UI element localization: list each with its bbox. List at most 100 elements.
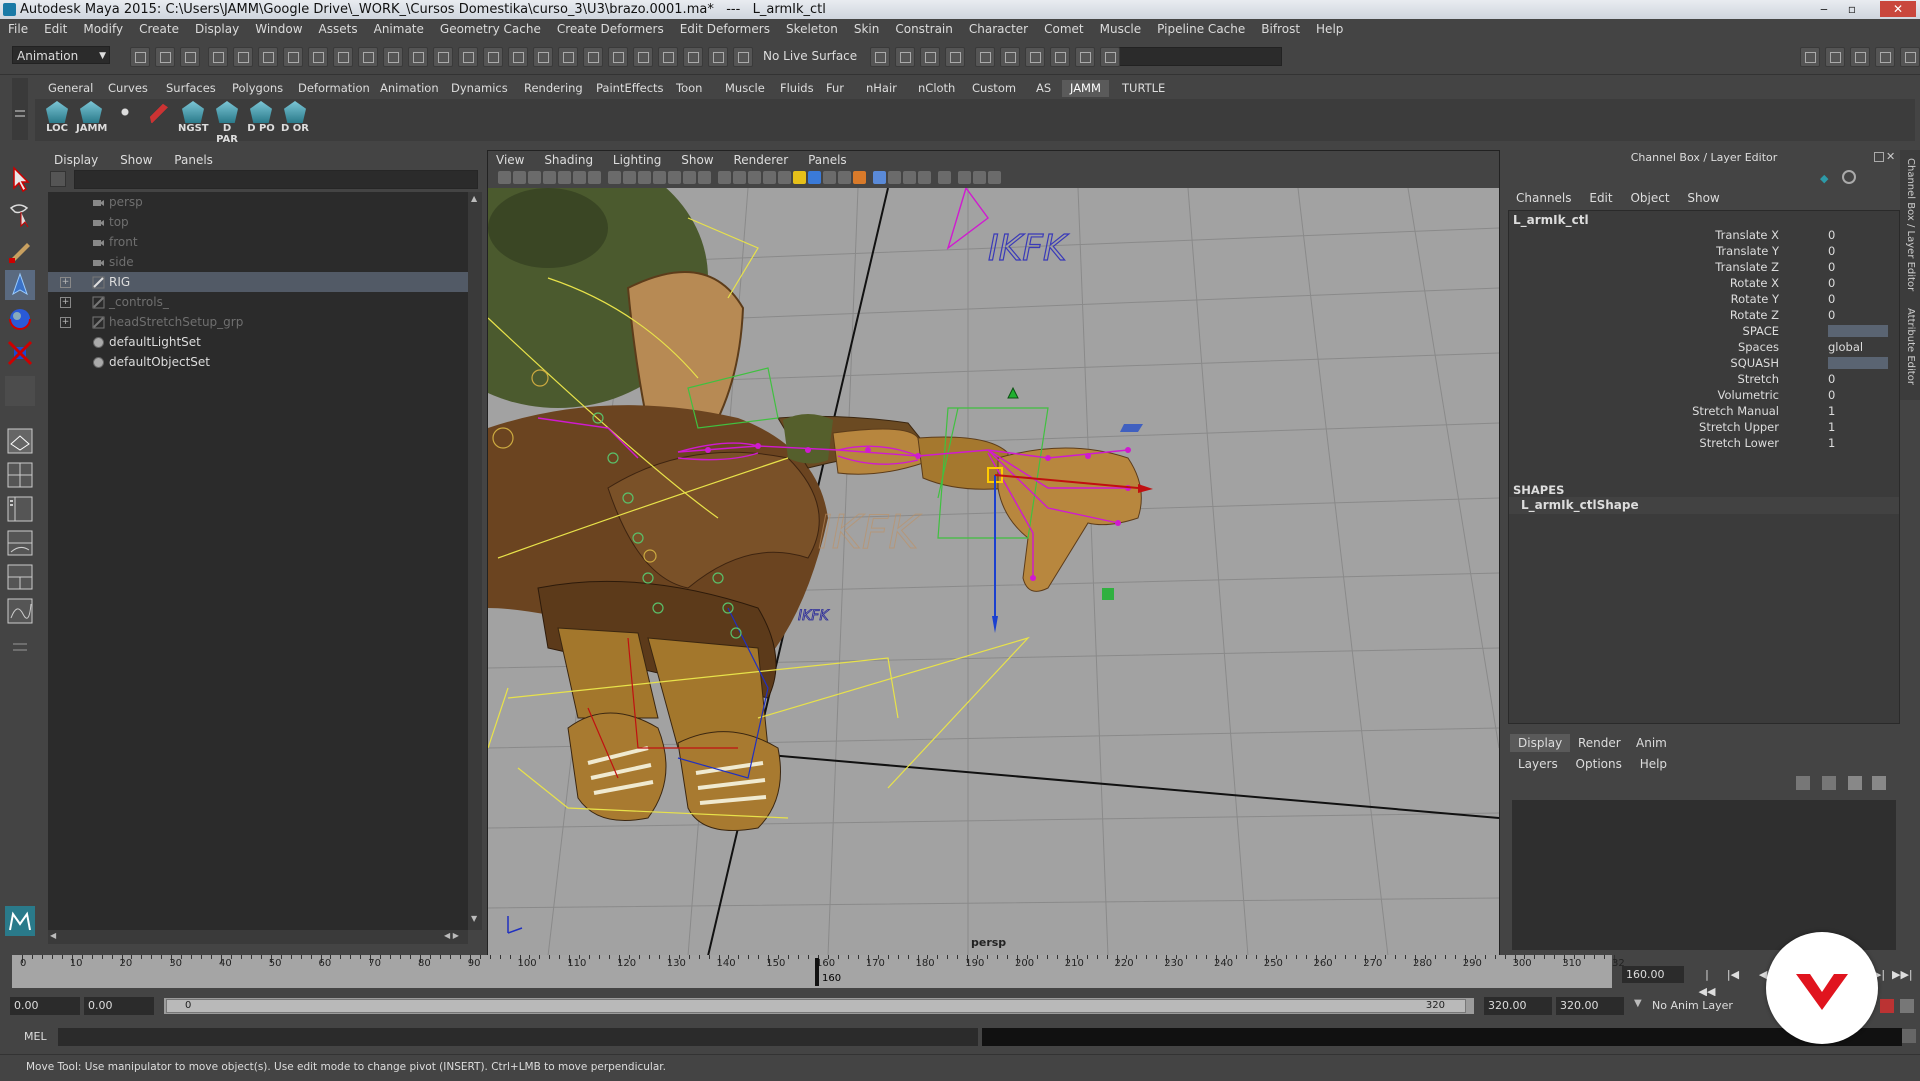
statusline-button-33-icon[interactable]	[1075, 47, 1095, 67]
preferences-icon[interactable]	[1900, 999, 1914, 1013]
persp-graph-layout-icon[interactable]	[5, 528, 35, 558]
menu-muscle[interactable]: Muscle	[1092, 19, 1150, 39]
menu-window[interactable]: Window	[247, 19, 310, 39]
viewport-tool-13-icon[interactable]	[698, 171, 711, 184]
shelf-item-0[interactable]: LOC	[42, 101, 72, 134]
shelf-tab-as[interactable]: AS	[1028, 80, 1059, 97]
shelf-tab-nhair[interactable]: nHair	[858, 80, 905, 97]
viewport-tool-15-icon[interactable]	[733, 171, 746, 184]
attr-row-spaces[interactable]: Spaces global	[1509, 339, 1899, 355]
statusline-button-7-icon[interactable]	[308, 47, 328, 67]
layer-menu-options[interactable]: Options	[1576, 757, 1622, 771]
menu-edit[interactable]: Edit	[36, 19, 75, 39]
viewport-tool-19-icon[interactable]	[793, 171, 806, 184]
menu-skeleton[interactable]: Skeleton	[778, 19, 846, 39]
viewport-menu-lighting[interactable]: Lighting	[613, 153, 662, 167]
scale-tool-icon[interactable]	[5, 338, 35, 368]
current-frame-marker[interactable]	[815, 958, 819, 986]
rotate-tool-icon[interactable]	[5, 304, 35, 334]
viewport-menu-view[interactable]: View	[496, 153, 524, 167]
shelf-tab-fluids[interactable]: Fluids	[772, 80, 822, 97]
viewport-tool-4-icon[interactable]	[558, 171, 571, 184]
menu-edit-deformers[interactable]: Edit Deformers	[672, 19, 778, 39]
statusline-input-field[interactable]	[1115, 47, 1282, 66]
outliner-filter-icon[interactable]	[50, 171, 66, 187]
attr-row-stretch-upper[interactable]: Stretch Upper 1	[1509, 419, 1899, 435]
scroll-right-arrow-icon[interactable]: ◀ ▶	[444, 931, 459, 940]
attr-value[interactable]: 0	[1828, 371, 1888, 387]
attr-row-volumetric[interactable]: Volumetric 0	[1509, 387, 1899, 403]
viewport-tool-8-icon[interactable]	[623, 171, 636, 184]
statusline-button-21-icon[interactable]	[658, 47, 678, 67]
close-panel-icon[interactable]: ✕	[1886, 150, 1895, 163]
statusline-button-17-icon[interactable]	[558, 47, 578, 67]
menu-comet[interactable]: Comet	[1036, 19, 1092, 39]
menu-file[interactable]: File	[0, 19, 36, 39]
attr-value[interactable]: 1	[1828, 403, 1888, 419]
outliner-menu-panels[interactable]: Panels	[174, 153, 213, 167]
shelf-item-6[interactable]: D PO	[246, 101, 276, 134]
viewport-tool-12-icon[interactable]	[683, 171, 696, 184]
scroll-up-arrow-icon[interactable]: ▲	[471, 194, 477, 203]
mel-command-input[interactable]	[58, 1028, 978, 1046]
outliner-item-side[interactable]: side	[48, 252, 468, 272]
attr-row-squash[interactable]: SQUASH	[1509, 355, 1899, 371]
viewport-tool-17-icon[interactable]	[763, 171, 776, 184]
viewport-tool-30-icon[interactable]	[973, 171, 986, 184]
shelf-item-2[interactable]	[110, 101, 140, 123]
statusline-button-22-icon[interactable]	[683, 47, 703, 67]
menu-bifrost[interactable]: Bifrost	[1253, 19, 1308, 39]
maximize-button[interactable]: ▫	[1840, 1, 1864, 17]
time-slider[interactable]: 0 10 20 30 40 50 60 70 80 90 100 110 120 130 140 150 160…	[12, 955, 1625, 988]
green-control-square[interactable]	[1102, 588, 1114, 600]
anim-start-field[interactable]: 0.00	[84, 997, 154, 1015]
viewport-tool-0-icon[interactable]	[498, 171, 511, 184]
attr-value[interactable]: 0	[1828, 387, 1888, 403]
statusline-button-16-icon[interactable]	[533, 47, 553, 67]
shape-node-name[interactable]: L_armIk_ctlShape	[1509, 497, 1899, 514]
statusline-button-6-icon[interactable]	[283, 47, 303, 67]
shelf-tab-polygons[interactable]: Polygons	[224, 80, 291, 97]
viewport-tool-16-icon[interactable]	[748, 171, 761, 184]
viewport-tool-31-icon[interactable]	[988, 171, 1001, 184]
chevron-down-icon[interactable]: ▼	[1634, 998, 1642, 1009]
four-pane-layout-icon[interactable]	[5, 460, 35, 490]
viewport-tool-2-icon[interactable]	[528, 171, 541, 184]
range-slider-handle[interactable]: 0 320	[166, 999, 1466, 1013]
statusline-button-2-icon[interactable]	[180, 47, 200, 67]
outliner-item-defaultobjectset[interactable]: defaultObjectSet	[48, 352, 468, 372]
statusline-button-24-icon[interactable]	[733, 47, 753, 67]
outliner-item-defaultlightset[interactable]: defaultLightSet	[48, 332, 468, 352]
shelf-tab-animation[interactable]: Animation	[372, 80, 447, 97]
statusline-button-35-icon[interactable]	[1800, 47, 1820, 67]
end-time-field[interactable]: 320.00	[1556, 997, 1624, 1015]
attr-enum-field[interactable]	[1828, 325, 1888, 337]
viewport-tool-7-icon[interactable]	[608, 171, 621, 184]
viewport-tool-25-icon[interactable]	[888, 171, 901, 184]
statusline-button-4-icon[interactable]	[233, 47, 253, 67]
viewport-tool-6-icon[interactable]	[588, 171, 601, 184]
scroll-down-arrow-icon[interactable]: ▼	[471, 914, 477, 923]
viewport-tool-20-icon[interactable]	[808, 171, 821, 184]
attr-row-translate-y[interactable]: Translate Y 0	[1509, 243, 1899, 259]
menu-animate[interactable]: Animate	[366, 19, 432, 39]
side-tab-attribute-editor[interactable]: Attribute Editor	[1902, 308, 1916, 385]
outliner-item-persp[interactable]: persp	[48, 192, 468, 212]
shelf-item-1[interactable]: JAMM	[76, 101, 107, 134]
statusline-button-39-icon[interactable]	[1900, 47, 1920, 67]
live-surface-label[interactable]: No Live Surface	[763, 47, 857, 65]
statusline-button-29-icon[interactable]	[975, 47, 995, 67]
step-back-icon[interactable]: |◀	[1724, 966, 1742, 983]
go-to-start-icon[interactable]: |◀◀	[1698, 966, 1716, 998]
viewport-tool-9-icon[interactable]	[638, 171, 651, 184]
attr-row-rotate-y[interactable]: Rotate Y 0	[1509, 291, 1899, 307]
manipulator-z-arrow-icon[interactable]	[1007, 386, 1019, 399]
attr-value[interactable]: 0	[1828, 291, 1888, 307]
attr-row-rotate-z[interactable]: Rotate Z 0	[1509, 307, 1899, 323]
attr-row-translate-x[interactable]: Translate X 0	[1509, 227, 1899, 243]
menu-constrain[interactable]: Constrain	[887, 19, 961, 39]
viewport-3d-canvas[interactable]: IKFK IKFK IKFK persp	[488, 188, 1499, 956]
viewport-tool-14-icon[interactable]	[718, 171, 731, 184]
menu-modify[interactable]: Modify	[75, 19, 131, 39]
statusline-button-30-icon[interactable]	[1000, 47, 1020, 67]
